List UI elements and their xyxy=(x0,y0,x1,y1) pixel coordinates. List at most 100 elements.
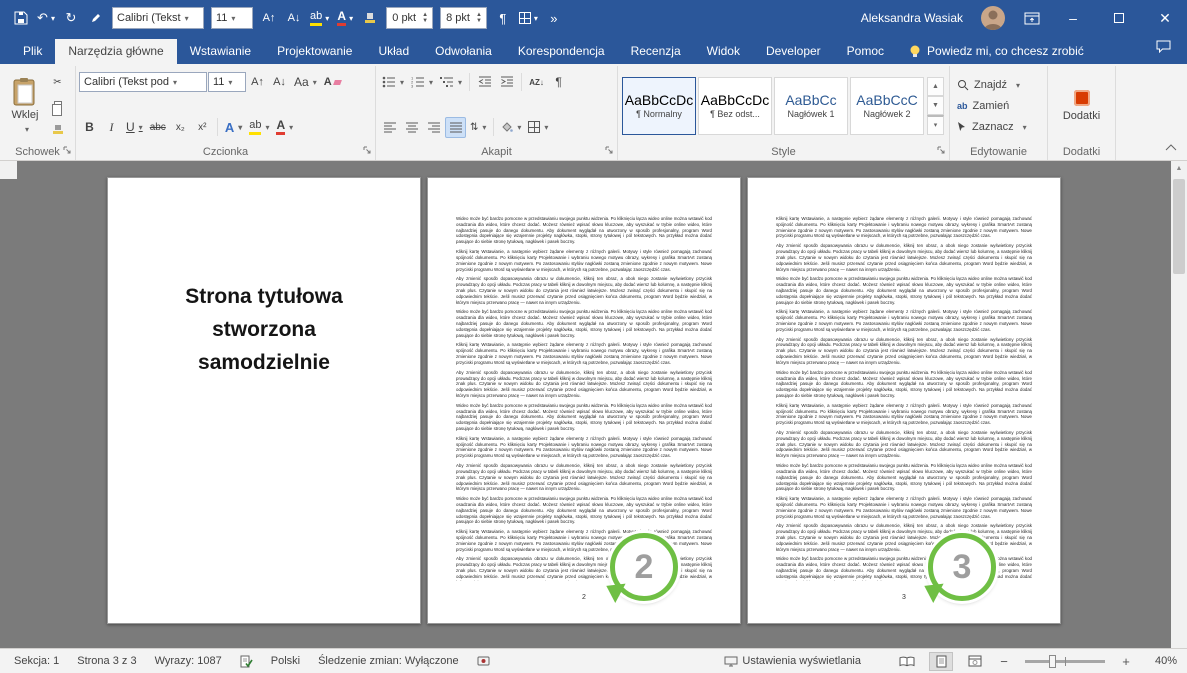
web-layout-button[interactable] xyxy=(963,652,987,671)
user-avatar[interactable] xyxy=(981,6,1005,30)
styles-scroll-up-button[interactable]: ▲ xyxy=(927,76,944,96)
decrease-indent-button[interactable] xyxy=(474,72,495,93)
clipboard-dialog-launcher[interactable] xyxy=(63,145,71,157)
qat-borders-button[interactable] xyxy=(518,7,538,29)
replace-button[interactable]: ab Zamień xyxy=(953,96,1044,116)
strikethrough-button[interactable]: abc xyxy=(147,117,169,138)
cut-button[interactable]: ✂ xyxy=(47,72,68,93)
shrink-font-button[interactable]: A↓ xyxy=(269,72,290,93)
superscript-button[interactable]: x² xyxy=(192,117,213,138)
styles-scroll-down-button[interactable]: ▼ xyxy=(927,95,944,115)
tell-me-box[interactable]: Powiedz mi, co chcesz zrobić xyxy=(897,39,1096,64)
font-size-combo[interactable]: 11 xyxy=(208,72,246,92)
tab-odwolania[interactable]: Odwołania xyxy=(422,39,505,64)
undo-button[interactable]: ↶ xyxy=(37,7,55,29)
paste-button[interactable]: Wklej xyxy=(3,68,47,143)
zoom-out-button[interactable]: − xyxy=(997,654,1011,669)
user-name[interactable]: Aleksandra Wasiak xyxy=(861,11,963,25)
spacing-after-spinner[interactable]: 8 pkt ▲ ▼ xyxy=(440,7,487,29)
zoom-slider-thumb[interactable] xyxy=(1049,654,1056,668)
qat-font-name-combo[interactable]: Calibri (Tekst xyxy=(112,7,204,29)
zoom-in-button[interactable]: + xyxy=(1119,654,1133,669)
addins-button[interactable]: Dodatki xyxy=(1053,68,1111,143)
track-changes-button[interactable]: Śledzenie zmian: Wyłączone xyxy=(318,655,459,667)
page-indicator[interactable]: Strona 3 z 3 xyxy=(77,655,136,667)
align-center-button[interactable] xyxy=(401,117,422,138)
collapse-ribbon-button[interactable] xyxy=(1165,138,1177,156)
align-right-button[interactable] xyxy=(423,117,444,138)
grow-font-button[interactable]: A↑ xyxy=(247,72,268,93)
increase-indent-button[interactable] xyxy=(496,72,517,93)
qat-format-painter-button[interactable] xyxy=(361,7,379,29)
qat-font-color-button[interactable]: A xyxy=(336,7,354,29)
language-button[interactable]: Polski xyxy=(271,655,300,667)
styles-dialog-launcher[interactable] xyxy=(937,145,945,157)
tab-plik[interactable]: Plik xyxy=(10,39,55,64)
italic-button[interactable]: I xyxy=(101,117,122,138)
close-button[interactable]: ✕ xyxy=(1151,6,1179,30)
scrollbar-thumb[interactable] xyxy=(1173,179,1185,274)
find-button[interactable]: Znajdź xyxy=(953,75,1044,95)
qat-more-commands-button[interactable]: » xyxy=(545,7,563,29)
highlight-button[interactable]: ab xyxy=(246,117,272,138)
zoom-slider[interactable] xyxy=(1025,654,1105,668)
tab-uklad[interactable]: Układ xyxy=(365,39,422,64)
page-1[interactable]: Strona tytułowa stworzona samodzielnie xyxy=(107,177,421,624)
tab-korespondencja[interactable]: Korespondencja xyxy=(505,39,618,64)
minimize-button[interactable]: – xyxy=(1059,6,1087,30)
numbering-button[interactable]: 123 xyxy=(408,72,436,93)
display-settings-button[interactable]: Ustawienia wyświetlania xyxy=(724,655,861,667)
qat-highlight-button[interactable]: ab xyxy=(310,7,329,29)
change-case-button[interactable]: Aa xyxy=(291,72,320,93)
align-left-button[interactable] xyxy=(379,117,400,138)
tab-developer[interactable]: Developer xyxy=(753,39,834,64)
print-layout-button[interactable] xyxy=(929,651,953,671)
macro-record-button[interactable] xyxy=(477,655,490,667)
style-normalny[interactable]: AaBbCcDc ¶ Normalny xyxy=(622,76,696,135)
font-dialog-launcher[interactable] xyxy=(363,145,371,157)
save-button[interactable] xyxy=(12,7,30,29)
word-count[interactable]: Wyrazy: 1087 xyxy=(155,655,222,667)
qat-font-size-combo[interactable]: 11 xyxy=(211,7,253,29)
font-color-button[interactable]: A xyxy=(273,117,296,138)
read-mode-button[interactable] xyxy=(895,652,919,671)
justify-button[interactable] xyxy=(445,116,466,138)
clear-formatting-button[interactable]: A xyxy=(321,72,344,93)
maximize-button[interactable] xyxy=(1105,6,1133,30)
grow-font-button[interactable]: A↑ xyxy=(260,7,278,29)
vertical-scrollbar[interactable]: ▲ xyxy=(1171,161,1187,648)
section-indicator[interactable]: Sekcja: 1 xyxy=(14,655,59,667)
show-marks-button[interactable]: ¶ xyxy=(548,72,569,93)
style-bez-odstepow[interactable]: AaBbCcDc ¶ Bez odst... xyxy=(698,76,772,135)
tab-recenzja[interactable]: Recenzja xyxy=(618,39,694,64)
ribbon-display-options-button[interactable] xyxy=(1023,7,1041,29)
style-naglowek-2[interactable]: AaBbCcC Nagłówek 2 xyxy=(850,76,924,135)
shrink-font-button[interactable]: A↓ xyxy=(285,7,303,29)
zoom-level[interactable]: 40% xyxy=(1143,655,1177,667)
paragraph-dialog-launcher[interactable] xyxy=(605,145,613,157)
font-name-combo[interactable]: Calibri (Tekst pod xyxy=(79,72,207,92)
tab-wstawianie[interactable]: Wstawianie xyxy=(177,39,264,64)
select-button[interactable]: Zaznacz xyxy=(953,117,1044,137)
feedback-button[interactable] xyxy=(1140,40,1187,64)
line-spacing-button[interactable]: ⇅ xyxy=(467,117,489,138)
format-painter-button[interactable] xyxy=(47,118,68,139)
underline-button[interactable]: U xyxy=(123,117,146,138)
show-marks-button[interactable]: ¶ xyxy=(494,7,512,29)
styles-more-button[interactable]: ▾ xyxy=(927,114,944,135)
copy-button[interactable] xyxy=(47,95,68,116)
tab-narzedzia-glowne[interactable]: Narzędzia główne xyxy=(55,39,177,64)
tab-pomoc[interactable]: Pomoc xyxy=(834,39,897,64)
subscript-button[interactable]: x₂ xyxy=(170,117,191,138)
redo-button[interactable]: ↻ xyxy=(62,7,80,29)
tab-projektowanie[interactable]: Projektowanie xyxy=(264,39,365,64)
style-naglowek-1[interactable]: AaBbCc Nagłówek 1 xyxy=(774,76,848,135)
tab-widok[interactable]: Widok xyxy=(694,39,753,64)
page-3[interactable]: Kliknij kartę Wstawianie, a następnie wy… xyxy=(747,177,1061,624)
text-effects-button[interactable]: A xyxy=(222,117,245,138)
proofing-button[interactable] xyxy=(240,655,253,668)
spacing-before-spinner[interactable]: 0 pkt ▲ ▼ xyxy=(386,7,434,29)
page-2[interactable]: Wideo może być bardzo pomocne w przedsta… xyxy=(427,177,741,624)
bold-button[interactable]: B xyxy=(79,117,100,138)
sort-button[interactable]: AZ↓ xyxy=(526,72,547,93)
